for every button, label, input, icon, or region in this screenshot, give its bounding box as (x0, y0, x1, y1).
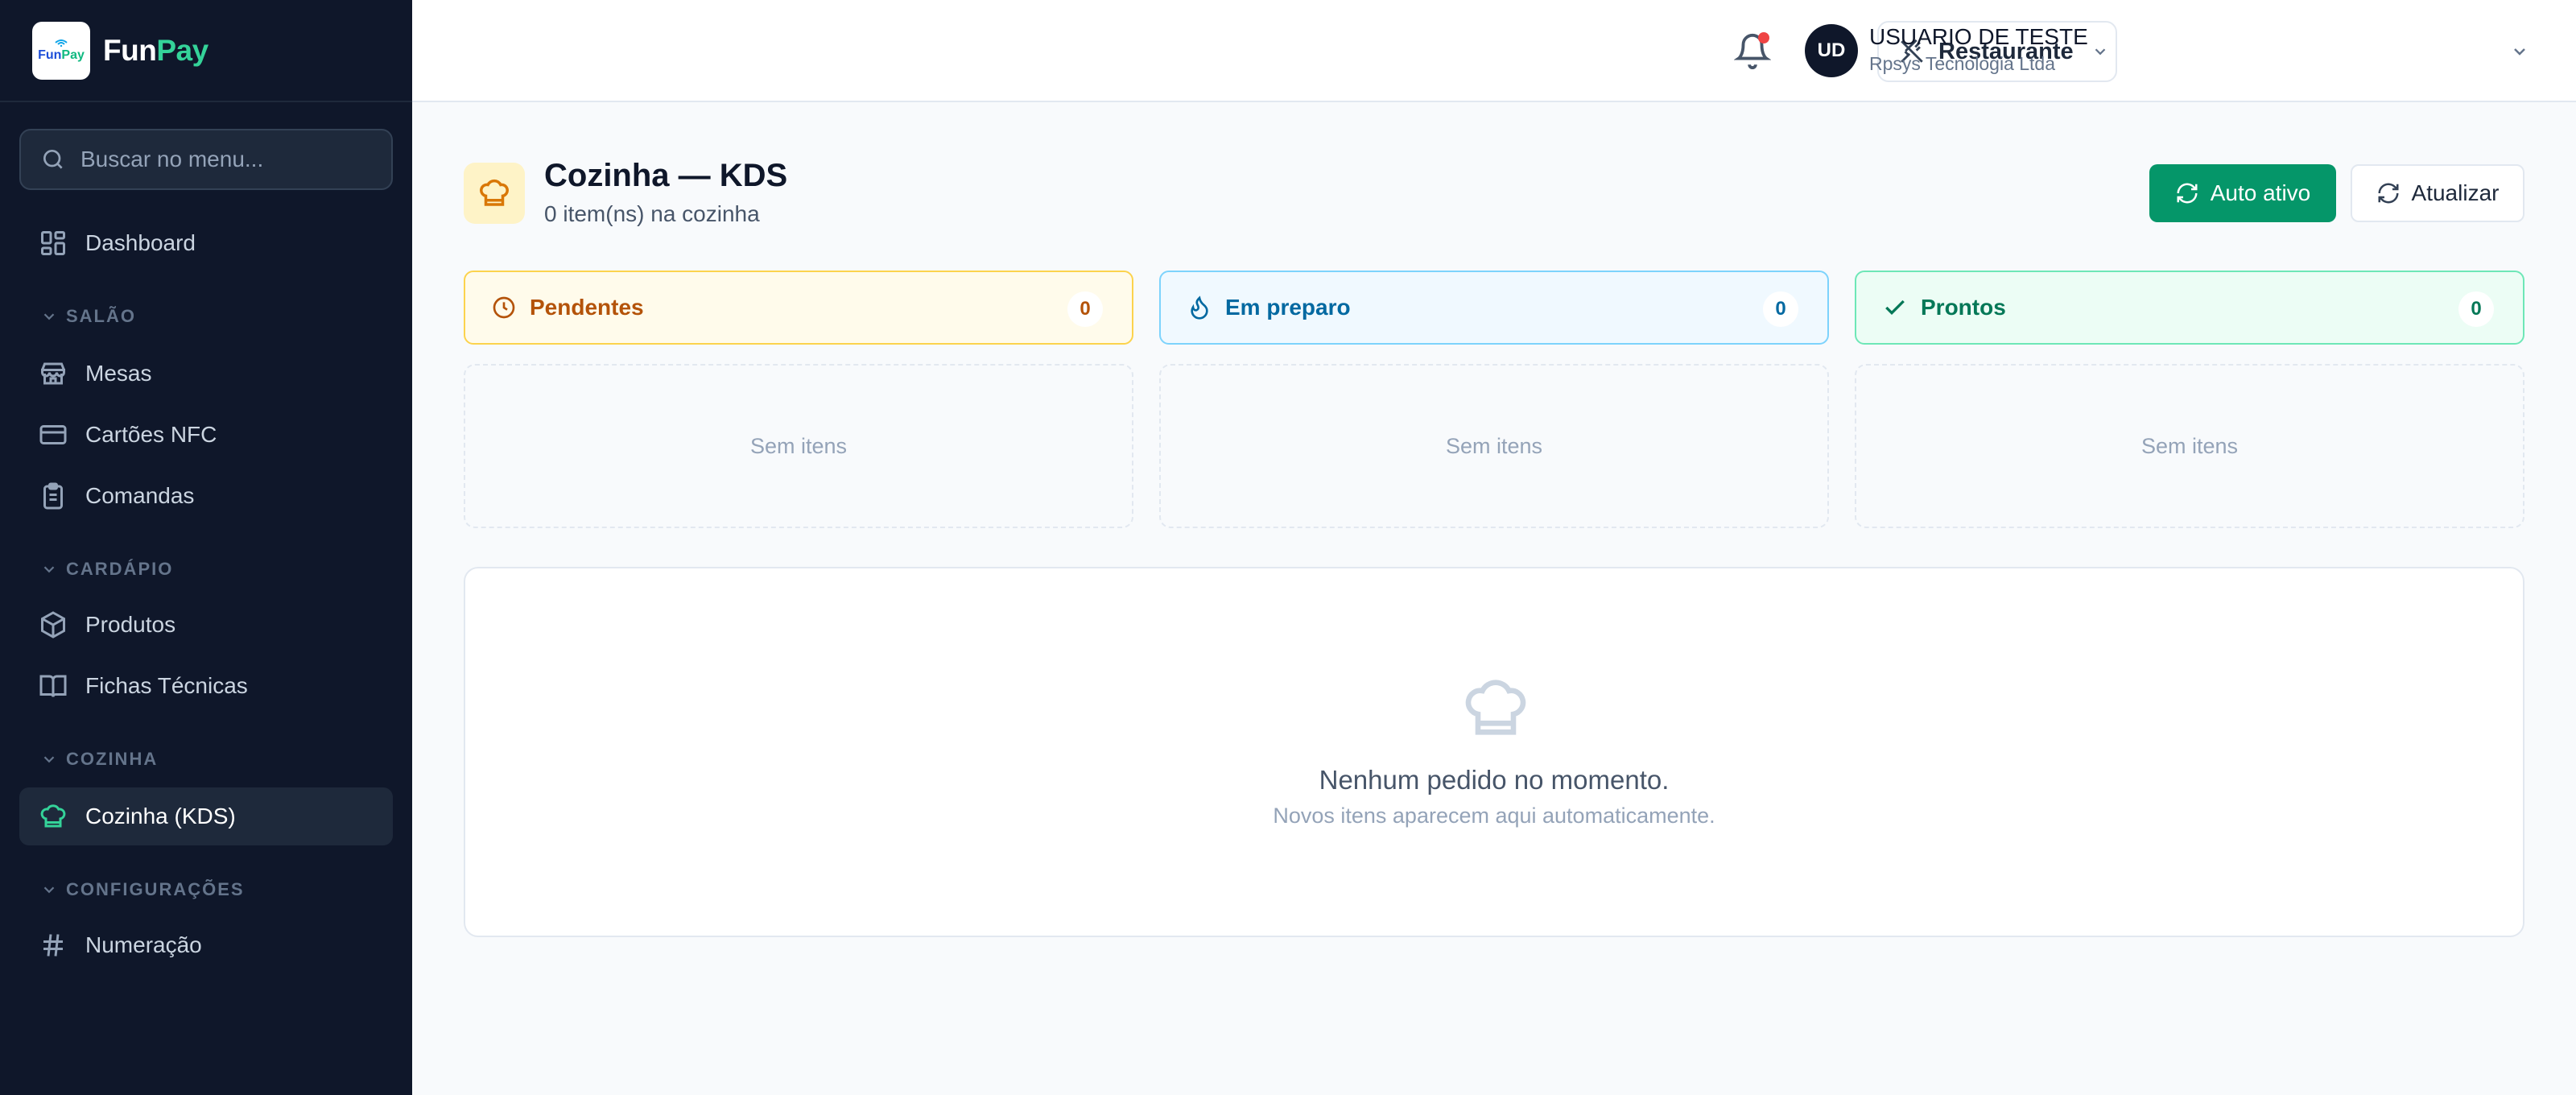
notification-dot (1758, 32, 1769, 43)
sidebar-item-label: Dashboard (85, 230, 196, 255)
sidebar: FunPay FunPay Dashboard SALÃO Mesas Cart… (0, 0, 412, 1095)
sidebar-item-label: Comandas (85, 483, 195, 508)
section-cardapio[interactable]: CARDÁPIO (40, 559, 173, 580)
auto-refresh-button[interactable]: Auto ativo (2149, 164, 2336, 222)
empty-state-subtitle: Novos itens aparecem aqui automaticament… (1273, 804, 1715, 828)
chef-hat-icon (40, 804, 66, 828)
chevron-down-icon (43, 886, 55, 894)
section-configuracoes[interactable]: CONFIGURAÇÕES (40, 879, 245, 900)
chevron-down-icon (43, 756, 55, 763)
page-title: Cozinha — KDS (544, 158, 788, 193)
wifi-icon (55, 39, 68, 47)
section-label: COZINHA (66, 749, 159, 769)
column-label: Em preparo (1225, 295, 1351, 320)
brand-logo: FunPay (32, 21, 90, 80)
sidebar-item-fichas-tecnicas[interactable]: Fichas Técnicas (19, 657, 393, 715)
refresh-icon (2378, 183, 2399, 204)
sidebar-item-label: Numeração (85, 932, 202, 957)
brand-name-fun: Fun (103, 33, 157, 67)
sidebar-item-produtos[interactable]: Produtos (19, 596, 393, 654)
column-prontos-header: Prontos 0 (1855, 271, 2524, 345)
chef-hat-icon (480, 179, 509, 206)
menu-search-input[interactable] (80, 147, 386, 172)
logo-text-pay: Pay (61, 48, 85, 62)
column-label: Pendentes (530, 295, 644, 320)
column-count: 0 (1763, 291, 1798, 327)
column-em-preparo-empty: Sem itens (1159, 364, 1829, 528)
brand-name-pay: Pay (156, 33, 208, 67)
search-icon (43, 150, 63, 169)
clipboard-icon (43, 482, 63, 510)
sidebar-item-label: Cartões NFC (85, 422, 217, 447)
flame-icon (1191, 295, 1208, 320)
sidebar-item-mesas[interactable]: Mesas (19, 345, 393, 403)
refresh-label: Atualizar (2411, 180, 2500, 205)
column-em-preparo-header: Em preparo 0 (1159, 271, 1829, 345)
brand-name: FunPay (103, 34, 208, 68)
chevron-down-icon (43, 566, 55, 573)
section-cozinha[interactable]: COZINHA (40, 749, 158, 770)
empty-state-title: Nenhum pedido no momento. (1319, 765, 1670, 795)
chevron-down-icon (2095, 48, 2105, 56)
clock-icon (493, 296, 515, 319)
sidebar-item-cartoes-nfc[interactable]: Cartões NFC (19, 406, 393, 464)
sidebar-item-label: Cozinha (KDS) (85, 804, 236, 828)
chef-hat-icon (1465, 680, 1526, 735)
logo-text-fun: Fun (38, 48, 62, 62)
store-icon (41, 362, 65, 385)
topbar: Restaurante UD USUARIO DE TESTE Rpsys Te… (412, 0, 2576, 102)
column-label: Prontos (1921, 295, 2006, 320)
column-pendentes-empty: Sem itens (464, 364, 1133, 528)
brand[interactable]: FunPay FunPay (0, 0, 412, 102)
empty-state-panel: Nenhum pedido no momento. Novos itens ap… (464, 567, 2524, 937)
package-icon (41, 611, 65, 638)
section-salao[interactable]: SALÃO (40, 306, 136, 327)
section-label: CONFIGURAÇÕES (66, 879, 245, 899)
hash-icon (43, 934, 63, 957)
sidebar-item-label: Mesas (85, 361, 152, 386)
sidebar-item-label: Fichas Técnicas (85, 673, 248, 698)
chevron-down-icon[interactable] (2510, 42, 2529, 61)
page-subtitle: 0 item(ns) na cozinha (544, 201, 760, 226)
menu-search (19, 129, 393, 190)
column-pendentes-header: Pendentes 0 (464, 271, 1133, 345)
book-open-icon (39, 675, 67, 697)
page-icon (464, 163, 525, 224)
column-count: 0 (2458, 291, 2494, 327)
section-label: SALÃO (66, 306, 136, 326)
column-prontos-empty: Sem itens (1855, 364, 2524, 528)
column-count: 0 (1067, 291, 1103, 327)
credit-card-icon (39, 425, 67, 444)
sidebar-item-label: Produtos (85, 612, 176, 637)
sidebar-item-cozinha-kds[interactable]: Cozinha (KDS) (19, 787, 393, 845)
refresh-button[interactable]: Atualizar (2351, 164, 2524, 222)
dashboard-icon (41, 231, 65, 255)
section-label: CARDÁPIO (66, 559, 174, 579)
check-icon (1885, 300, 1905, 316)
avatar[interactable]: UD (1805, 24, 1858, 77)
sidebar-item-comandas[interactable]: Comandas (19, 467, 393, 525)
chevron-down-icon (43, 313, 55, 320)
refresh-icon (2177, 183, 2198, 204)
sidebar-item-dashboard[interactable]: Dashboard (19, 214, 393, 272)
user-company: Rpsys Tecnologia Ltda (1869, 53, 2055, 74)
auto-refresh-label: Auto ativo (2210, 180, 2311, 205)
sidebar-item-numeracao[interactable]: Numeração (19, 916, 393, 974)
user-name[interactable]: USUARIO DE TESTE (1869, 24, 2088, 50)
